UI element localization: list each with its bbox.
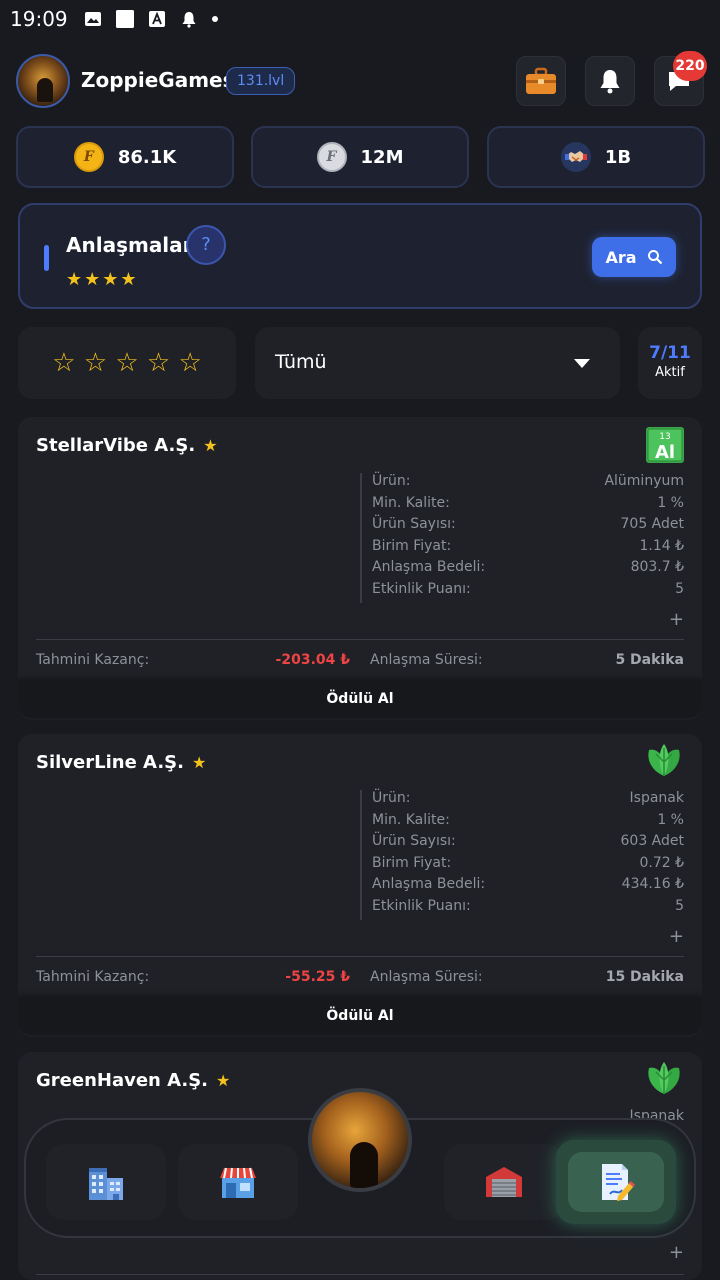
user-avatar[interactable] — [16, 54, 70, 108]
briefcase-button[interactable] — [516, 56, 566, 106]
deal-amount: 1B — [604, 146, 632, 168]
spinach-leaf-icon — [644, 742, 684, 782]
company-name: SilverLine A.Ş. ★ — [36, 752, 207, 773]
image-notification-icon — [84, 10, 102, 28]
deal-summary: Tahmini Kazanç: -203.04 ₺ Anlaşma Süresi… — [36, 652, 684, 674]
search-button-label: Ara — [605, 247, 637, 267]
deal-details: Ürün: Alüminyum Min. Kalite: 1 % Ürün Sayı… — [360, 473, 684, 603]
messages-button[interactable]: 220 — [654, 51, 707, 106]
status-time: 19:09 — [10, 7, 68, 31]
question-icon: ? — [201, 234, 211, 255]
estimated-profit-label: Tahmini Kazanç: — [36, 652, 150, 668]
deal-duration-value: 15 Dakika — [605, 969, 684, 985]
deal-details: Ürün: Ispanak Min. Kalite: 1 % Ürün Sayısı… — [360, 790, 684, 920]
active-label: Aktif — [655, 365, 685, 380]
expand-details-button[interactable]: + — [669, 926, 684, 947]
deal-duration-label: Anlaşma Süresi: — [370, 969, 483, 985]
aluminium-element-icon: 13 Al — [646, 427, 684, 463]
handshake-icon — [560, 142, 591, 172]
company-star-icon: ★ — [203, 436, 218, 455]
search-icon — [647, 250, 662, 265]
search-button[interactable]: Ara — [592, 237, 676, 277]
section-accent-bar — [44, 245, 49, 271]
category-dropdown-value: Tümü — [275, 351, 327, 373]
divider — [36, 956, 684, 957]
company-name: GreenHaven A.Ş. ★ — [36, 1070, 231, 1091]
company-name: StellarVibe A.Ş. ★ — [36, 435, 218, 456]
estimated-profit-value: -203.04 ₺ — [275, 652, 350, 668]
square-notification-icon — [116, 10, 134, 28]
font-notification-icon — [148, 10, 166, 28]
deal-card: StellarVibe A.Ş. ★ 13 Al Ürün: Alüminyum Mi… — [18, 417, 702, 720]
level-badge: 131.lvl — [226, 67, 296, 95]
deal-duration-value: 5 Dakika — [615, 652, 684, 668]
bell-notification-icon — [180, 10, 198, 28]
bell-icon — [600, 70, 620, 94]
gold-amount: 86.1K — [117, 146, 177, 168]
expand-details-button[interactable]: + — [669, 609, 684, 630]
claim-reward-button[interactable]: Ödülü Al — [18, 997, 702, 1035]
deals-panel: Anlaşmalar ? ★★★★ Ara — [18, 203, 702, 309]
silver-coin-icon: F — [316, 142, 347, 172]
element-number: 13 — [659, 432, 670, 442]
messages-count-badge: 220 — [673, 51, 707, 81]
status-bar: 19:09 — [0, 0, 720, 38]
deal-duration-label: Anlaşma Süresi: — [370, 652, 483, 668]
warehouse-icon — [486, 1167, 522, 1197]
nav-company-button[interactable] — [46, 1144, 166, 1220]
active-deals-counter: 7/11 Aktif — [638, 327, 702, 399]
chevron-down-icon — [574, 359, 590, 368]
company-building-icon — [89, 1168, 123, 1200]
nav-contracts-button[interactable] — [556, 1140, 676, 1224]
expand-details-button[interactable]: + — [669, 1242, 684, 1263]
username: ZoppieGames — [81, 68, 235, 92]
deals-title: Anlaşmalar — [66, 233, 193, 257]
gold-coin-icon: F — [73, 142, 104, 172]
shop-icon — [220, 1167, 256, 1198]
estimated-profit-label: Tahmini Kazanç: — [36, 969, 150, 985]
silver-currency[interactable]: F 12M — [251, 126, 469, 188]
claim-reward-button[interactable]: Ödülü Al — [18, 680, 702, 718]
active-count: 7/11 — [649, 343, 691, 363]
spinach-leaf-icon — [644, 1060, 684, 1100]
silver-amount: 12M — [360, 146, 404, 168]
divider — [36, 639, 684, 640]
estimated-profit-value: -55.25 ₺ — [285, 969, 350, 985]
gold-currency[interactable]: F 86.1K — [16, 126, 234, 188]
nav-shop-button[interactable] — [178, 1144, 298, 1220]
star-filter[interactable]: ☆ ☆ ☆ ☆ ☆ — [18, 327, 236, 399]
header: ZoppieGames 131.lvl 220 — [16, 51, 707, 110]
nav-warehouse-button[interactable] — [444, 1144, 564, 1220]
element-symbol: Al — [655, 442, 675, 463]
help-button[interactable]: ? — [186, 225, 226, 265]
deal-card: SilverLine A.Ş. ★ Ürün: Ispanak Min. Kalit… — [18, 734, 702, 1037]
contracts-icon — [602, 1164, 636, 1201]
briefcase-icon — [526, 67, 556, 94]
deal-currency[interactable]: 1B — [487, 126, 705, 188]
more-notifications-dot — [212, 16, 218, 22]
notifications-button[interactable] — [585, 56, 635, 106]
profile-avatar[interactable] — [308, 1088, 412, 1192]
deals-rating-stars: ★★★★ — [66, 269, 139, 290]
deal-summary: Tahmini Kazanç: -55.25 ₺ Anlaşma Süresi:… — [36, 969, 684, 991]
star-filter-stars: ☆ ☆ ☆ ☆ ☆ — [52, 348, 202, 378]
divider — [36, 1274, 684, 1275]
company-star-icon: ★ — [191, 753, 207, 772]
company-star-icon: ★ — [216, 1071, 231, 1090]
category-dropdown[interactable]: Tümü — [255, 327, 620, 399]
